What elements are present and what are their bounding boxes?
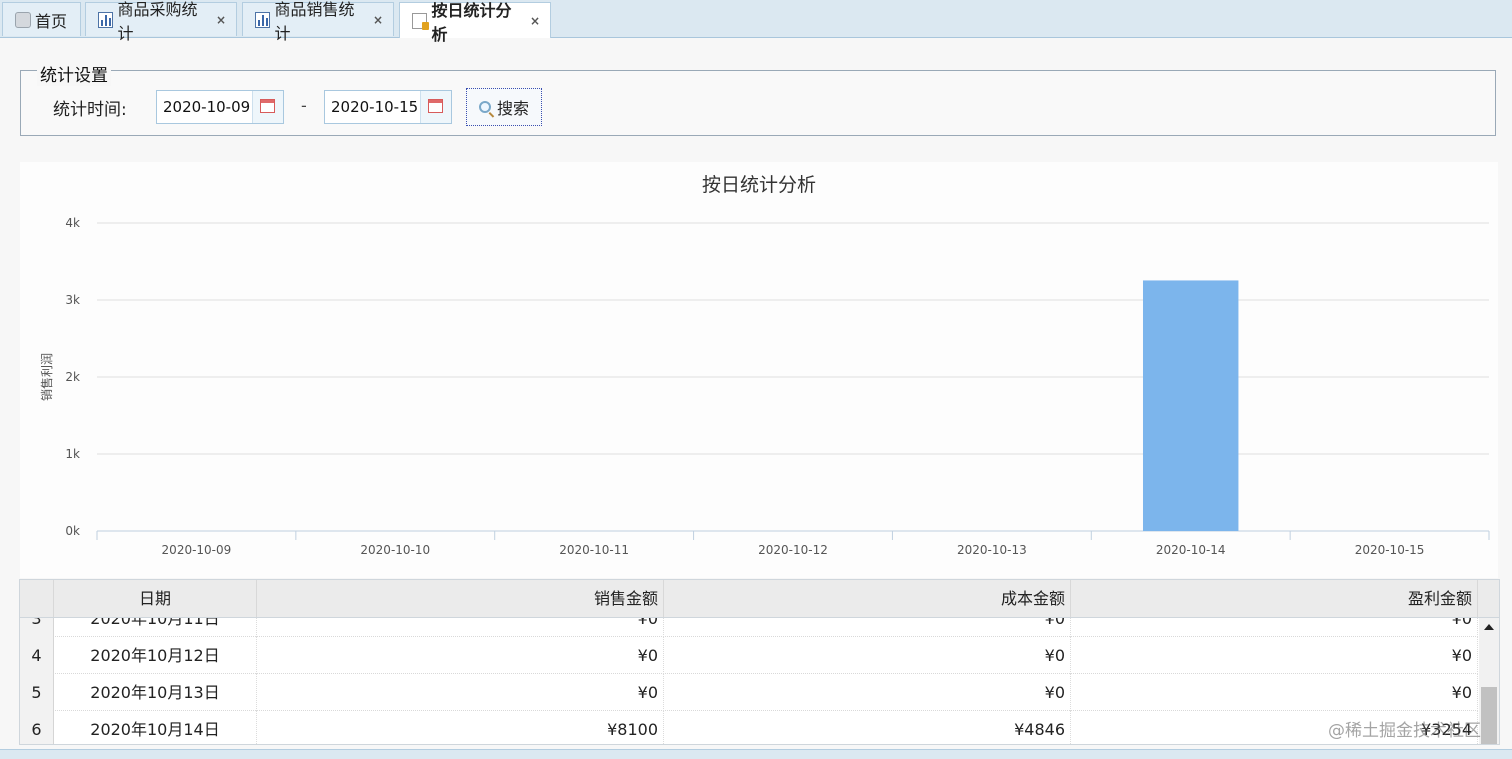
y-axis-label: 销售利润 (39, 353, 54, 401)
x-tick-label: 2020-10-14 (1156, 543, 1226, 557)
header-sales[interactable]: 销售金额 (257, 580, 664, 617)
header-profit[interactable]: 盈利金额 (1071, 580, 1478, 617)
tab-daily-analysis[interactable]: 按日统计分析 × (399, 1, 551, 44)
table-row[interactable]: 5 2020年10月13日 ¥0 ¥0 ¥0 (20, 674, 1478, 711)
table-row[interactable]: 4 2020年10月12日 ¥0 ¥0 ¥0 (20, 637, 1478, 674)
chart-title: 按日统计分析 (702, 174, 816, 196)
row-date: 2020年10月11日 (54, 618, 257, 637)
row-cost: ¥0 (664, 637, 1071, 674)
start-date-value: 2020-10-09 (163, 98, 251, 116)
x-tick-label: 2020-10-09 (162, 543, 232, 557)
tab-home[interactable]: 首页 (2, 2, 81, 36)
x-tick-label: 2020-10-13 (957, 543, 1027, 557)
row-sales: ¥8100 (257, 711, 664, 744)
report-icon (412, 12, 430, 30)
tab-label: 商品销售统计 (274, 0, 355, 43)
x-tick-label: 2020-10-11 (559, 543, 629, 557)
daily-analysis-chart: 按日统计分析 0k 1k 2k 3k 4k 销售利润 2020-10-09 2020-10-10… (20, 162, 1498, 578)
table-row[interactable]: 6 2020年10月14日 ¥8100 ¥4846 ¥3254 (20, 711, 1478, 744)
row-date: 2020年10月12日 (54, 637, 257, 674)
tab-bar: 首页 商品采购统计 × 商品销售统计 × 按日统计分析 × (0, 0, 1512, 44)
close-icon[interactable]: × (216, 13, 226, 27)
vertical-scrollbar[interactable] (1479, 618, 1499, 744)
row-cost: ¥0 (664, 618, 1071, 637)
row-cost: ¥4846 (664, 711, 1071, 744)
search-icon (478, 101, 491, 113)
scroll-up-arrow-icon[interactable] (1484, 624, 1494, 630)
row-date: 2020年10月14日 (54, 711, 257, 744)
calendar-icon[interactable] (420, 91, 451, 123)
bar-chart-icon (98, 11, 114, 28)
table-row[interactable]: 3 2020年10月11日 ¥0 ¥0 ¥0 (20, 618, 1478, 637)
row-date: 2020年10月13日 (54, 674, 257, 711)
grid-body: 3 2020年10月11日 ¥0 ¥0 ¥0 4 2020年10月12日 ¥0 … (20, 618, 1478, 744)
row-number: 4 (20, 637, 54, 674)
chart-svg: 按日统计分析 0k 1k 2k 3k 4k 销售利润 2020-10-09 2020-10-10… (39, 174, 1490, 557)
row-number: 6 (20, 711, 54, 744)
calendar-icon[interactable] (252, 91, 283, 123)
close-icon[interactable]: × (373, 13, 383, 27)
y-tick-label: 1k (65, 447, 80, 461)
search-button[interactable]: 搜索 (466, 88, 542, 126)
start-date-input[interactable]: 2020-10-09 (156, 90, 284, 124)
tab-label: 按日统计分析 (431, 0, 512, 44)
stats-grid: 日期 销售金额 成本金额 盈利金额 3 2020年10月11日 ¥0 ¥0 ¥0… (19, 579, 1500, 745)
search-button-label: 搜索 (496, 99, 529, 118)
header-rownum (20, 580, 54, 617)
end-date-input[interactable]: 2020-10-15 (324, 90, 452, 124)
tab-label: 首页 (35, 11, 68, 31)
scrollbar-thumb[interactable] (1481, 687, 1497, 744)
watermark: @稀土掘金技术社区 (1328, 721, 1481, 741)
row-profit: ¥0 (1071, 637, 1478, 674)
tab-purchase-stats[interactable]: 商品采购统计 × (85, 0, 237, 43)
row-sales: ¥0 (257, 674, 664, 711)
bar (1142, 280, 1239, 531)
grid-header: 日期 销售金额 成本金额 盈利金额 (20, 580, 1499, 618)
row-sales: ¥0 (257, 637, 664, 674)
bar-chart-icon (255, 11, 271, 28)
x-tick-label: 2020-10-10 (360, 543, 430, 557)
stats-settings-fieldset: 统计设置 统计时间: 2020-10-09 - 2020-10-15 搜索 (20, 61, 1496, 136)
y-tick-label: 3k (65, 293, 80, 307)
tab-label: 商品采购统计 (117, 0, 198, 43)
end-date-value: 2020-10-15 (331, 98, 419, 116)
row-profit: ¥0 (1071, 618, 1478, 637)
header-cost[interactable]: 成本金额 (664, 580, 1071, 617)
home-icon (15, 11, 31, 28)
y-tick-label: 2k (65, 370, 80, 384)
x-tick-label: 2020-10-12 (758, 543, 828, 557)
row-cost: ¥0 (664, 674, 1071, 711)
row-profit: ¥0 (1071, 674, 1478, 711)
row-sales: ¥0 (257, 618, 664, 637)
row-number: 3 (20, 618, 54, 637)
y-tick-label: 4k (65, 216, 80, 230)
x-tick-label: 2020-10-15 (1355, 543, 1425, 557)
date-separator: - (301, 96, 307, 115)
time-label: 统计时间: (53, 100, 127, 120)
y-tick-label: 0k (65, 524, 80, 538)
tab-sales-stats[interactable]: 商品销售统计 × (242, 0, 394, 43)
row-number: 5 (20, 674, 54, 711)
header-date[interactable]: 日期 (54, 580, 257, 617)
fieldset-legend: 统计设置 (37, 61, 111, 86)
close-icon[interactable]: × (530, 14, 540, 28)
